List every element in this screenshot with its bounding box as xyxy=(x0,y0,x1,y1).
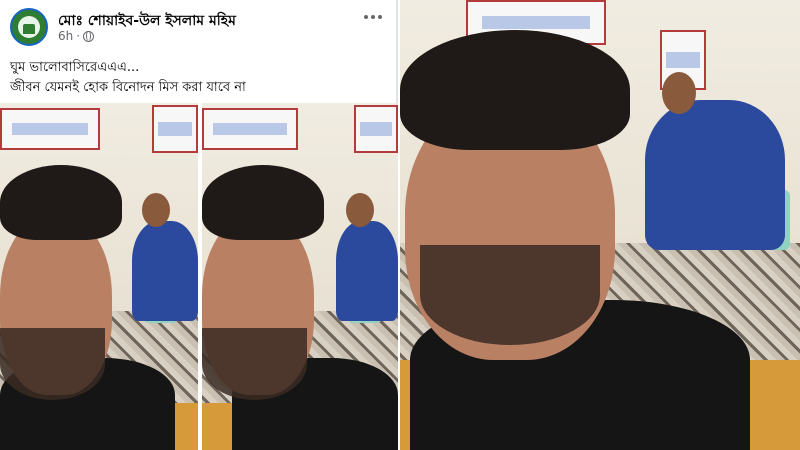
meta-separator: · xyxy=(76,29,81,43)
post-text: ঘুম ভালোবাসিরেএএএ... জীবন যেমনই হোক বিনো… xyxy=(10,58,390,98)
globe-icon[interactable] xyxy=(83,30,95,42)
post-photo-1[interactable] xyxy=(0,103,198,450)
avatar-emblem xyxy=(18,16,40,38)
post-text-line: জীবন যেমনই হোক বিনোদন মিস করা যাবে না xyxy=(10,80,246,95)
more-options-icon[interactable] xyxy=(360,6,386,28)
post-time[interactable]: 6h xyxy=(58,29,73,43)
post-text-line: ঘুম ভালোবাসিরেএএএ... xyxy=(10,60,140,75)
post-photo-2[interactable] xyxy=(202,103,398,450)
author-avatar[interactable] xyxy=(10,8,48,46)
post-meta: 6h · xyxy=(58,29,95,43)
post-header: মোঃ শোয়াইব-উল ইসলাম মহিম 6h · xyxy=(0,0,398,46)
facebook-post: মোঃ শোয়াইব-উল ইসলাম মহিম 6h · ঘুম ভালোব… xyxy=(0,0,398,450)
post-photo-3[interactable] xyxy=(400,0,800,450)
